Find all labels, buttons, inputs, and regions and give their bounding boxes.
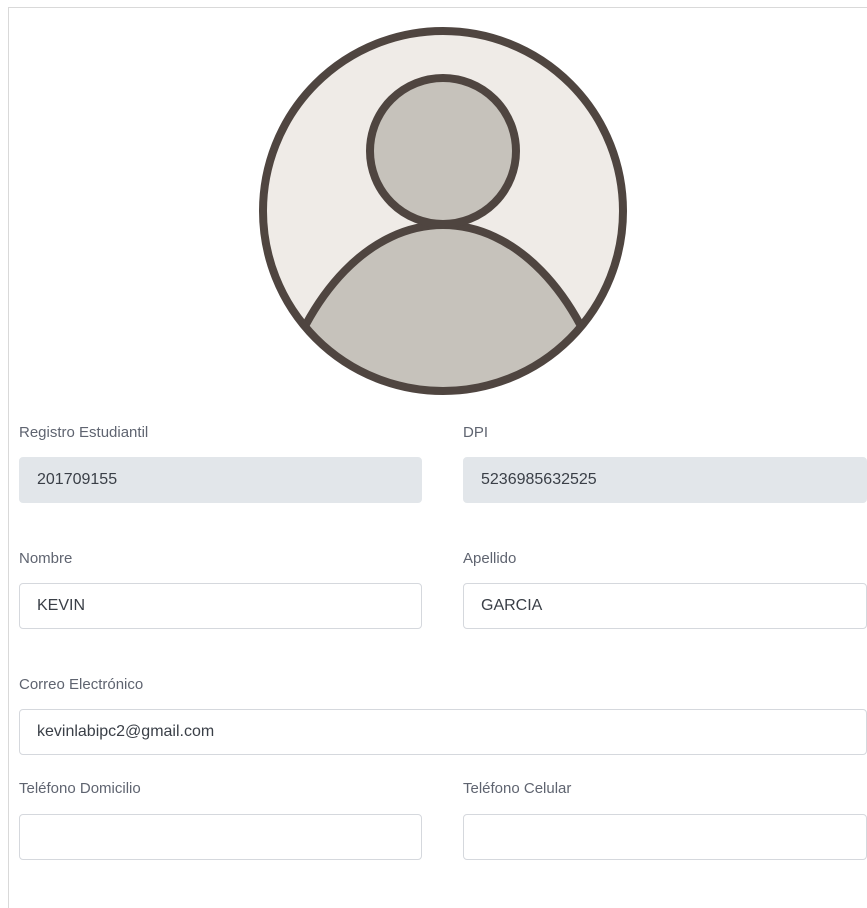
user-avatar-icon [259,27,627,395]
nombre-input[interactable]: KEVIN [19,583,422,629]
apellido-label: Apellido [463,550,517,567]
registro-field[interactable]: 201709155 [19,457,422,503]
telefono-domicilio-input[interactable] [19,814,422,860]
dpi-field[interactable]: 5236985632525 [463,457,867,503]
registro-label: Registro Estudiantil [19,424,149,441]
correo-input[interactable]: kevinlabipc2@gmail.com [19,709,867,755]
telefono-celular-input[interactable] [463,814,867,860]
apellido-input[interactable]: GARCIA [463,583,867,629]
telefono-celular-label: Teléfono Celular [463,780,572,797]
dpi-label: DPI [463,424,489,441]
telefono-domicilio-label: Teléfono Domicilio [19,780,141,797]
nombre-label: Nombre [19,550,73,567]
correo-label: Correo Electrónico [19,676,144,693]
